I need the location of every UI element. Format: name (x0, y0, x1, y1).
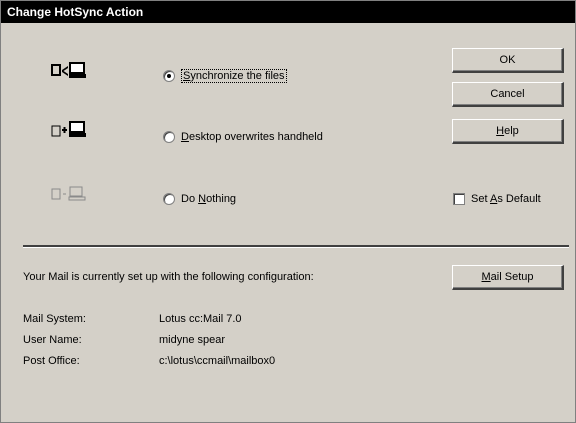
desktop-overwrites-label: Desktop overwrites handheld (181, 131, 323, 143)
help-label: Help (496, 125, 519, 137)
set-as-default-option[interactable]: Set As Default (453, 193, 541, 205)
ok-button[interactable]: OK (452, 48, 564, 73)
user-name-value: midyne spear (159, 334, 226, 346)
cancel-button[interactable]: Cancel (452, 82, 564, 107)
do-nothing-label: Do Nothing (181, 193, 237, 205)
cancel-label: Cancel (490, 88, 525, 100)
option-synchronize[interactable]: Synchronize the files (163, 69, 287, 83)
post-office-value: c:\lotus\ccmail\mailbox0 (159, 355, 276, 367)
set-as-default-checkbox[interactable] (453, 193, 465, 205)
option-do-nothing[interactable]: Do Nothing (163, 193, 236, 205)
sync-icon (51, 62, 86, 78)
set-as-default-label: Set As Default (471, 193, 541, 205)
mail-config-intro: Your Mail is currently set up with the f… (23, 271, 314, 283)
synchronize-label: Synchronize the files (181, 69, 287, 83)
ok-label: OK (499, 54, 516, 66)
post-office-label: Post Office: (23, 355, 80, 367)
desktop-overwrites-radio[interactable] (163, 131, 175, 143)
title-bar[interactable]: Change HotSync Action (1, 1, 575, 23)
user-name-label: User Name: (23, 334, 82, 346)
help-button[interactable]: Help (452, 119, 564, 144)
desktop-overwrites-handheld-icon (51, 121, 86, 137)
mail-system-value: Lotus cc:Mail 7.0 (159, 313, 242, 325)
mail-setup-button[interactable]: Mail Setup (452, 265, 564, 290)
do-nothing-icon (51, 186, 86, 201)
option-desktop-overwrites[interactable]: Desktop overwrites handheld (163, 131, 323, 143)
mail-setup-label: Mail Setup (481, 271, 534, 283)
window-title: Change HotSync Action (7, 5, 144, 19)
do-nothing-radio[interactable] (163, 193, 175, 205)
section-divider (23, 245, 569, 248)
change-hotsync-action-dialog: Change HotSync Action Synchronize the fi… (0, 0, 576, 423)
synchronize-radio[interactable] (163, 70, 175, 82)
mail-system-label: Mail System: (23, 313, 86, 325)
